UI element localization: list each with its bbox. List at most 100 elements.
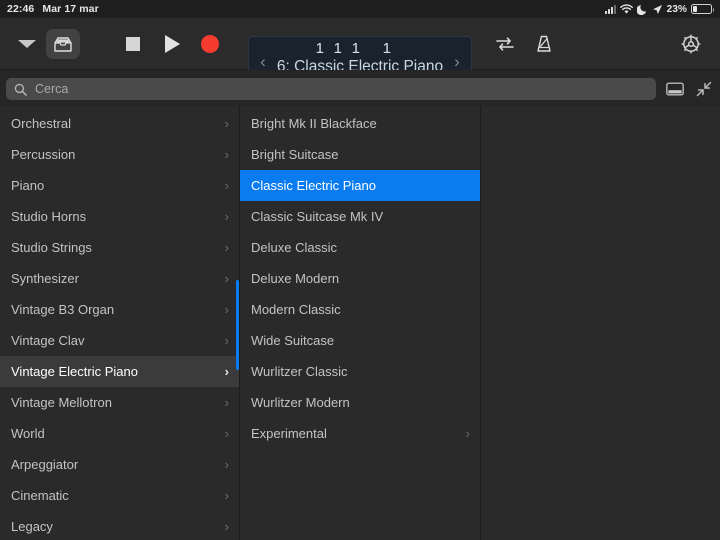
category-list-item[interactable]: Piano › [0,170,239,201]
patch-list-item-label: Experimental [251,426,327,441]
chevron-right-icon: › [224,271,229,286]
cycle-button[interactable] [490,30,520,58]
stop-button[interactable] [118,30,148,58]
patch-list-item[interactable]: Deluxe Classic [240,232,480,263]
lcd-position-bar: 1 [315,40,325,57]
category-list-item-label: Arpeggiator [11,457,79,472]
category-list-item-label: Synthesizer [11,271,79,286]
status-bar-left: 22:46 Mar 17 mar [0,3,99,15]
collapse-arrows-icon[interactable] [696,81,712,97]
patch-column[interactable]: Bright Mk II Blackface Bright Suitcase Cla… [240,106,481,540]
chevron-right-icon: › [465,426,470,441]
metronome-button[interactable] [529,30,559,58]
category-list-item-label: Studio Horns [11,209,87,224]
patch-list-item-label: Wide Suitcase [251,333,335,348]
chevron-right-icon: › [224,116,229,131]
patch-list-item-label: Modern Classic [251,302,341,317]
battery-percent-label: 23% [666,3,687,15]
patch-list-item[interactable]: Experimental › [240,418,480,449]
category-list-item[interactable]: Cinematic › [0,480,239,511]
chevron-right-icon: › [224,209,229,224]
battery-icon [691,4,714,14]
category-list-item[interactable]: Legacy › [0,511,239,540]
category-list-item[interactable]: Studio Strings › [0,232,239,263]
patch-list-item-label: Deluxe Modern [251,271,340,286]
patch-browser: Orchestral › Percussion › Piano › Studio Horns… [0,106,720,540]
lcd-position: 1 1 1 1 [248,40,472,57]
category-list-item[interactable]: Percussion › [0,139,239,170]
chevron-down-icon[interactable] [12,30,42,58]
patch-list-item-label: Classic Suitcase Mk IV [251,209,384,224]
category-list-item-label: World [11,426,45,441]
category-list-item[interactable]: Arpeggiator › [0,449,239,480]
category-list: Orchestral › Percussion › Piano › Studio Horns… [0,106,239,540]
patch-list-item[interactable]: Bright Mk II Blackface [240,108,480,139]
category-list-item[interactable]: Orchestral › [0,108,239,139]
cycle-icon [496,37,514,51]
moon-icon [636,4,646,15]
gear-icon [681,34,701,54]
search-icon [14,83,27,96]
patch-list-item[interactable]: Wide Suitcase [240,325,480,356]
chevron-right-icon: › [224,302,229,317]
category-list-item-label: Vintage Mellotron [11,395,112,410]
category-list-item[interactable]: Vintage Mellotron › [0,387,239,418]
status-bar-right: 23% [604,0,714,18]
category-list-item-label: Vintage Clav [11,333,85,348]
lcd-position-beat: 1 [333,40,343,57]
lcd-position-ticks: 1 [382,40,392,57]
patch-list-item[interactable]: Wurlitzer Classic [240,356,480,387]
chevron-right-icon: › [224,519,229,534]
chevron-right-icon: › [224,240,229,255]
play-button[interactable] [157,30,187,58]
patch-list-item-label: Bright Mk II Blackface [251,116,377,131]
patch-list-item[interactable]: Deluxe Modern [240,263,480,294]
chevron-right-icon: › [224,364,229,379]
search-row: Cerca [0,70,720,106]
chevron-right-icon: › [224,488,229,503]
patch-list-item[interactable]: Classic Suitcase Mk IV [240,201,480,232]
settings-button[interactable] [676,30,706,58]
detail-list [481,106,720,108]
library-icon[interactable] [46,29,80,59]
category-list-item[interactable]: Vintage B3 Organ › [0,294,239,325]
chevron-right-icon: › [224,395,229,410]
category-list-item-label: Vintage B3 Organ [11,302,115,317]
patch-list-item[interactable]: Bright Suitcase [240,139,480,170]
patch-list-item-label: Wurlitzer Modern [251,395,350,410]
chevron-right-icon: › [224,426,229,441]
patch-list-item-label: Classic Electric Piano [251,178,376,193]
detail-column[interactable] [481,106,720,540]
patch-list: Bright Mk II Blackface Bright Suitcase Cla… [240,106,480,449]
category-list-item-label: Cinematic [11,488,69,503]
category-list-item[interactable]: Vintage Clav › [0,325,239,356]
app-root: 22:46 Mar 17 mar 23% ‹ › 1 1 1 1 6: Clas… [0,0,720,540]
category-list-item-label: Studio Strings [11,240,92,255]
main-toolbar: ‹ › 1 1 1 1 6: Classic Electric Piano [0,18,720,85]
patch-list-item-label: Deluxe Classic [251,240,337,255]
category-list-item-label: Orchestral [11,116,71,131]
category-list-item-label: Piano [11,178,45,193]
play-icon [164,35,180,53]
category-scroll-indicator[interactable] [236,280,239,370]
chevron-right-icon: › [224,147,229,162]
patch-list-item-label: Bright Suitcase [251,147,339,162]
wifi-icon [619,3,633,14]
category-list-item[interactable]: Synthesizer › [0,263,239,294]
category-list-item[interactable]: Studio Horns › [0,201,239,232]
patch-list-item[interactable]: Wurlitzer Modern [240,387,480,418]
keyboard-hide-icon[interactable] [666,82,684,96]
category-list-item-label: Vintage Electric Piano [11,364,138,379]
chevron-right-icon: › [224,178,229,193]
category-list-item-label: Legacy [11,519,53,534]
patch-list-item[interactable]: Classic Electric Piano [240,170,480,201]
patch-list-item-label: Wurlitzer Classic [251,364,348,379]
record-button[interactable] [195,30,225,58]
category-list-item[interactable]: Vintage Electric Piano › [0,356,239,387]
status-bar: 22:46 Mar 17 mar 23% [0,0,720,18]
patch-list-item[interactable]: Modern Classic [240,294,480,325]
search-input[interactable]: Cerca [6,78,656,100]
metronome-icon [537,35,551,52]
category-list-item[interactable]: World › [0,418,239,449]
category-column[interactable]: Orchestral › Percussion › Piano › Studio Horns… [0,106,240,540]
